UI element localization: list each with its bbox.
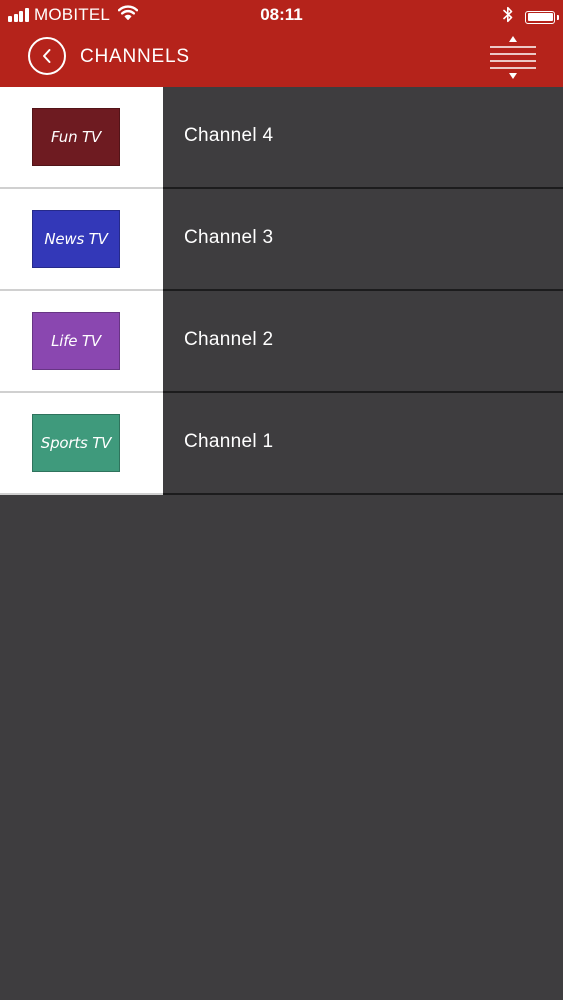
channel-name: Channel 4	[184, 125, 274, 146]
channel-name: Channel 3	[184, 227, 274, 248]
channel-thumbnail: News TV	[0, 189, 163, 291]
channel-row[interactable]: Fun TV Channel 4	[0, 87, 563, 189]
channel-logo: News TV	[32, 210, 120, 268]
bluetooth-icon	[503, 6, 513, 28]
status-time: 08:11	[260, 5, 303, 24]
battery-icon	[525, 10, 559, 24]
channel-row[interactable]: News TV Channel 3	[0, 189, 563, 291]
chevron-left-icon	[43, 49, 51, 63]
channel-logo-text: News TV	[44, 230, 108, 248]
back-button[interactable]	[28, 37, 66, 75]
channel-logo: Fun TV	[32, 108, 120, 166]
sort-icon	[490, 36, 536, 79]
channel-row[interactable]: Life TV Channel 2	[0, 291, 563, 393]
app-header: MOBITEL 08:11 CHANNELS	[0, 0, 563, 87]
channel-logo-text: Sports TV	[40, 434, 112, 452]
page-title: CHANNELS	[80, 46, 190, 67]
channel-logo: Sports TV	[32, 414, 120, 472]
channel-thumbnail: Sports TV	[0, 393, 163, 495]
channel-thumbnail: Fun TV	[0, 87, 163, 189]
channel-logo-text: Fun TV	[50, 128, 102, 146]
channel-row[interactable]: Sports TV Channel 1	[0, 393, 563, 495]
status-bar: MOBITEL 08:11	[0, 0, 563, 30]
sort-button[interactable]	[488, 35, 538, 81]
channel-name: Channel 2	[184, 329, 274, 350]
channel-list: Fun TV Channel 4 News TV Channel 3 Life …	[0, 87, 563, 495]
status-right	[503, 6, 559, 28]
channel-name: Channel 1	[184, 431, 274, 452]
channel-logo: Life TV	[32, 312, 120, 370]
channel-logo-text: Life TV	[51, 332, 101, 350]
channel-thumbnail: Life TV	[0, 291, 163, 393]
